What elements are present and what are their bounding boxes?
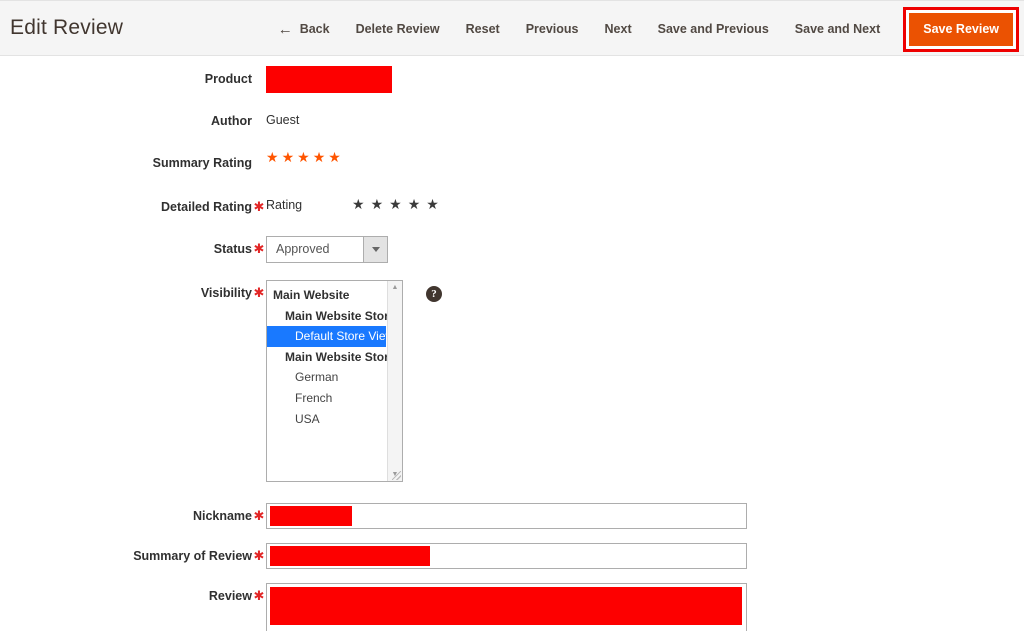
- visibility-label: Visibility: [200, 286, 252, 300]
- save-and-previous-button[interactable]: Save and Previous: [645, 23, 782, 36]
- review-redacted-value: [270, 587, 742, 625]
- summary-of-review-label: Summary of Review: [133, 549, 252, 563]
- detailed-rating-star-3: ★: [389, 196, 402, 212]
- review-textarea[interactable]: [266, 583, 747, 631]
- author-label: Author: [211, 114, 252, 128]
- summary-rating-star-5: ★: [328, 149, 341, 165]
- status-select-value: Approved: [267, 237, 363, 262]
- field-row-status: Status ✱ Approved: [0, 236, 1024, 263]
- visibility-option[interactable]: German: [267, 367, 386, 388]
- arrow-left-icon: ←: [277, 20, 293, 38]
- field-row-visibility: Visibility ✱ Main Website Main Website St…: [0, 280, 1024, 482]
- status-label: Status: [213, 242, 252, 256]
- summary-rating-star-4: ★: [312, 149, 326, 165]
- detailed-rating-star-5: ★: [426, 196, 439, 212]
- page-actions-toolbar: ← Back Delete Review Reset Previous Next…: [265, 1, 1024, 57]
- visibility-option[interactable]: Main Website Store: [267, 306, 395, 327]
- visibility-multiselect[interactable]: Main Website Main Website Store Default St…: [266, 280, 403, 482]
- review-required-asterisk: ✱: [253, 588, 265, 603]
- back-button-label: Back: [299, 21, 330, 36]
- help-icon[interactable]: ?: [426, 286, 442, 302]
- save-review-highlight: Save Review: [903, 6, 1019, 52]
- summary-of-review-input[interactable]: [266, 543, 747, 569]
- previous-button[interactable]: Previous: [513, 23, 592, 36]
- save-and-next-button[interactable]: Save and Next: [782, 23, 893, 36]
- summary-of-review-redacted-value: [270, 546, 430, 566]
- back-button[interactable]: ← Back: [265, 22, 343, 37]
- nickname-redacted-value: [270, 506, 352, 526]
- save-review-button[interactable]: Save Review: [909, 12, 1013, 46]
- summary-rating-stars: ★ ★ ★ ★ ★: [266, 150, 1024, 166]
- summary-rating-star-2: ★: [281, 149, 295, 165]
- detailed-rating-name: Rating: [266, 198, 303, 212]
- status-select[interactable]: Approved: [266, 236, 388, 263]
- detailed-rating-required-asterisk: ✱: [253, 199, 265, 214]
- product-redacted-value: [266, 66, 392, 93]
- nickname-label: Nickname: [192, 509, 252, 523]
- product-label: Product: [204, 72, 252, 86]
- detailed-rating-stars[interactable]: ★ ★ ★ ★ ★: [352, 194, 445, 213]
- product-control[interactable]: [266, 66, 1024, 93]
- delete-review-button[interactable]: Delete Review: [343, 23, 453, 36]
- author-value: Guest: [266, 113, 300, 127]
- visibility-option[interactable]: USA: [267, 409, 386, 430]
- edit-review-form: Product Author Guest Summary Rating ★ ★ ★ ★…: [0, 56, 1024, 631]
- visibility-option[interactable]: Main Website: [267, 285, 386, 306]
- scroll-up-icon[interactable]: ▲: [392, 281, 399, 294]
- detailed-rating-label: Detailed Rating: [161, 200, 252, 214]
- detailed-rating-star-2: ★: [370, 196, 384, 212]
- visibility-option[interactable]: French: [267, 388, 386, 409]
- visibility-option[interactable]: Main Website Store: [267, 347, 395, 368]
- chevron-down-icon[interactable]: [363, 237, 387, 262]
- summary-rating-star-1: ★: [266, 149, 279, 165]
- review-label: Review: [208, 589, 252, 603]
- field-row-summary-rating: Summary Rating ★ ★ ★ ★ ★: [0, 150, 1024, 171]
- page-title: Edit Review: [10, 16, 124, 39]
- nickname-required-asterisk: ✱: [253, 508, 265, 523]
- summary-of-review-required-asterisk: ✱: [253, 548, 265, 563]
- field-row-product: Product: [0, 66, 1024, 93]
- summary-rating-star-3: ★: [297, 149, 310, 165]
- nickname-input[interactable]: [266, 503, 747, 529]
- visibility-required-asterisk: ✱: [253, 285, 265, 300]
- reset-button[interactable]: Reset: [453, 23, 513, 36]
- page-header: Edit Review ← Back Delete Review Reset P…: [0, 0, 1024, 56]
- summary-rating-label: Summary Rating: [152, 156, 252, 170]
- field-row-author: Author Guest: [0, 108, 1024, 129]
- status-required-asterisk: ✱: [253, 241, 265, 256]
- resize-grip-icon[interactable]: [392, 471, 401, 480]
- field-row-summary-of-review: Summary of Review ✱: [0, 543, 1024, 569]
- field-row-review: Review ✱: [0, 583, 1024, 631]
- detailed-rating-star-4: ★: [407, 196, 421, 212]
- visibility-option[interactable]: Default Store View: [267, 326, 394, 347]
- detailed-rating-star-1: ★: [352, 196, 365, 212]
- next-button[interactable]: Next: [592, 23, 645, 36]
- field-row-nickname: Nickname ✱: [0, 503, 1024, 529]
- visibility-scrollbar[interactable]: ▲ ▼: [387, 281, 402, 481]
- visibility-option-list: Main Website Main Website Store Default St…: [267, 285, 402, 429]
- field-row-detailed-rating: Detailed Rating ✱ Rating ★ ★ ★ ★ ★: [0, 194, 1024, 215]
